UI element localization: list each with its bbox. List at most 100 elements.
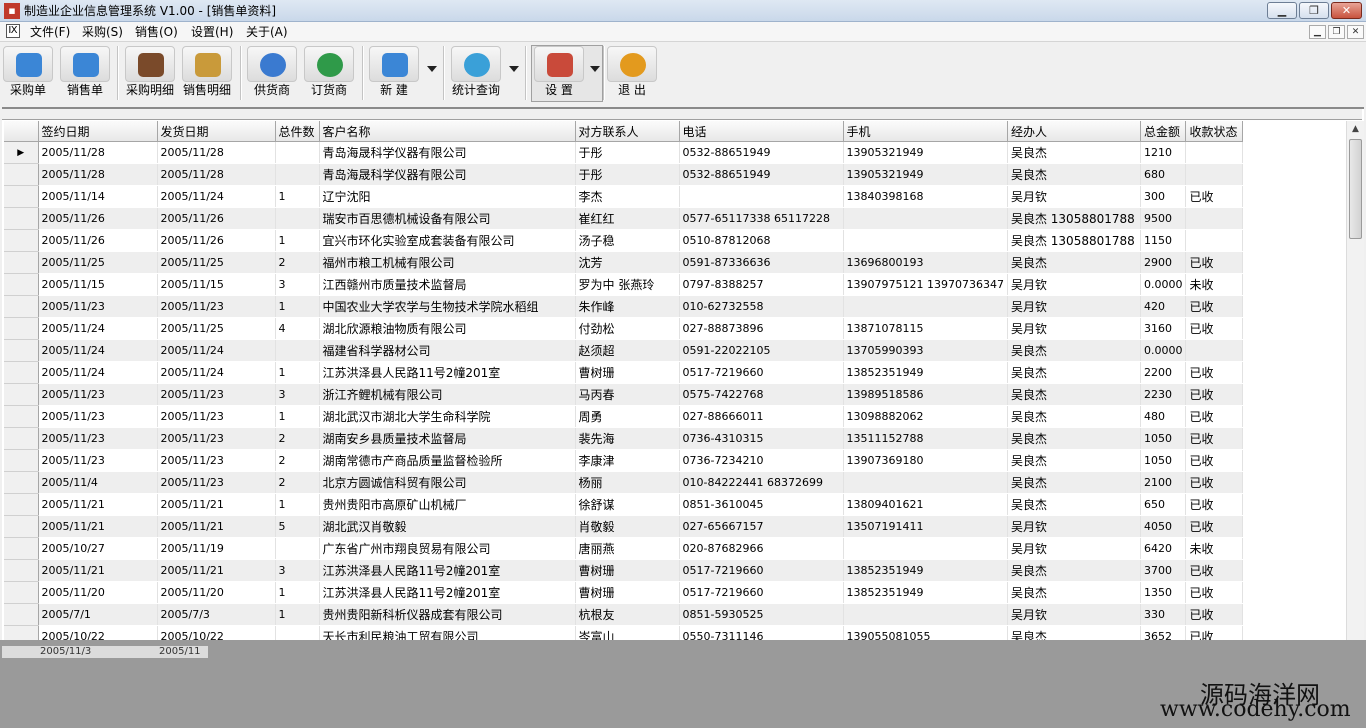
table-cell[interactable]: 付劲松: [575, 317, 680, 340]
table-cell[interactable]: 杭根友: [575, 603, 680, 626]
table-cell[interactable]: [1185, 339, 1244, 362]
table-cell[interactable]: 13907975121 13970736347: [843, 273, 1008, 296]
table-cell[interactable]: [1185, 141, 1244, 164]
table-cell[interactable]: 已收: [1185, 471, 1244, 494]
table-cell[interactable]: 13989518586: [843, 383, 1008, 406]
table-cell[interactable]: 2005/11/28: [38, 141, 158, 164]
table-row[interactable]: 2005/11/23 2005/11/23 2 湖南安乡县质量技术监督局 裴先海 0736…: [4, 427, 1244, 450]
table-cell[interactable]: 1: [275, 603, 320, 626]
table-row[interactable]: 2005/11/24 2005/11/25 4 湖北欣源粮油物质有限公司 付劲松 027-…: [4, 317, 1244, 340]
table-cell[interactable]: 吴良杰: [1007, 581, 1141, 604]
table-row[interactable]: 2005/11/23 2005/11/23 1 中国农业大学农学与生物技术学院水稻组朱…: [4, 295, 1244, 318]
table-cell[interactable]: [1185, 207, 1244, 230]
table-cell[interactable]: 吴良杰 13058801788: [1007, 207, 1141, 230]
table-cell[interactable]: 13809401621: [843, 493, 1008, 516]
table-cell[interactable]: 2: [275, 251, 320, 274]
table-cell[interactable]: 广东省广州市翔良贸易有限公司: [319, 537, 576, 560]
table-cell[interactable]: 0517-7219660: [679, 559, 844, 582]
mdi-restore-button[interactable]: ❐: [1328, 25, 1345, 39]
table-row[interactable]: 2005/11/26 2005/11/26 瑞安市百思德机械设备有限公司 崔红红 057…: [4, 207, 1244, 230]
row-indicator[interactable]: [4, 559, 39, 582]
table-cell[interactable]: 2005/11/25: [38, 251, 158, 274]
table-cell[interactable]: 3700: [1140, 559, 1187, 582]
table-cell[interactable]: 1: [275, 361, 320, 384]
row-indicator[interactable]: [4, 163, 39, 186]
table-cell[interactable]: 0797-8388257: [679, 273, 844, 296]
table-cell[interactable]: 0.0000: [1140, 273, 1187, 296]
table-cell[interactable]: 吴良杰: [1007, 471, 1141, 494]
table-cell[interactable]: 1050: [1140, 427, 1187, 450]
table-cell[interactable]: 3: [275, 559, 320, 582]
table-cell[interactable]: 2005/10/27: [38, 537, 158, 560]
table-cell[interactable]: 贵州贵阳新科析仪器成套有限公司: [319, 603, 576, 626]
table-cell[interactable]: 江苏洪泽县人民路11号2幢201室: [319, 361, 576, 384]
table-row[interactable]: 2005/11/25 2005/11/25 2 福州市粮工机械有限公司 沈芳 0591-8…: [4, 251, 1244, 274]
table-cell[interactable]: 江西赣州市质量技术监督局: [319, 273, 576, 296]
table-cell[interactable]: 0532-88651949: [679, 163, 844, 186]
table-cell[interactable]: 崔红红: [575, 207, 680, 230]
table-cell[interactable]: 于彤: [575, 163, 680, 186]
table-cell[interactable]: 2005/11/26: [38, 229, 158, 252]
table-cell[interactable]: 宜兴市环化实验室成套装备有限公司: [319, 229, 576, 252]
table-cell[interactable]: 3: [275, 273, 320, 296]
purchase-order-button[interactable]: 采购单: [3, 46, 53, 102]
menu-purchase[interactable]: 采购(S): [80, 24, 125, 40]
sales-grid[interactable]: 签约日期 发货日期 总件数 客户名称 对方联系人 电话 手机 经办人 总金额 收…: [4, 121, 1346, 649]
table-cell[interactable]: 2005/11/23: [157, 449, 276, 472]
menu-sales[interactable]: 销售(O): [133, 24, 180, 40]
table-cell[interactable]: 湖北武汉肖敬毅: [319, 515, 576, 538]
table-cell[interactable]: 13705990393: [843, 339, 1008, 362]
table-cell[interactable]: [275, 141, 320, 164]
table-cell[interactable]: 2005/11/23: [38, 427, 158, 450]
menu-about[interactable]: 关于(A): [244, 24, 290, 40]
table-cell[interactable]: 13098882062: [843, 405, 1008, 428]
table-cell[interactable]: 2005/11/24: [38, 361, 158, 384]
table-cell[interactable]: 1: [275, 295, 320, 318]
table-cell[interactable]: 已收: [1185, 405, 1244, 428]
close-button[interactable]: ✕: [1331, 2, 1362, 19]
row-indicator[interactable]: [4, 383, 39, 406]
table-cell[interactable]: 1: [275, 405, 320, 428]
table-cell[interactable]: 2005/11/28: [38, 163, 158, 186]
row-indicator[interactable]: [4, 207, 39, 230]
table-cell[interactable]: 2005/11/21: [157, 515, 276, 538]
table-cell[interactable]: 010-62732558: [679, 295, 844, 318]
row-indicator[interactable]: [4, 493, 39, 516]
table-cell[interactable]: 13696800193: [843, 251, 1008, 274]
minimize-button[interactable]: ▁: [1267, 2, 1297, 19]
table-cell[interactable]: 江苏洪泽县人民路11号2幢201室: [319, 559, 576, 582]
table-row[interactable]: 2005/11/20 2005/11/20 1 江苏洪泽县人民路11号2幢201室 曹树…: [4, 581, 1244, 604]
settings-button[interactable]: 设 置: [534, 46, 584, 102]
table-cell[interactable]: 青岛海晟科学仪器有限公司: [319, 141, 576, 164]
table-row[interactable]: 2005/11/23 2005/11/23 2 湖南常德市产商品质量监督检验所 李康津 0…: [4, 449, 1244, 472]
table-cell[interactable]: 2005/11/21: [157, 559, 276, 582]
table-cell[interactable]: 福州市粮工机械有限公司: [319, 251, 576, 274]
table-cell[interactable]: 曹树珊: [575, 361, 680, 384]
table-row[interactable]: 2005/7/1 2005/7/3 1 贵州贵阳新科析仪器成套有限公司 杭根友 0851-…: [4, 603, 1244, 626]
table-cell[interactable]: 2: [275, 449, 320, 472]
restore-button[interactable]: ❐: [1299, 2, 1329, 19]
table-cell[interactable]: 13511152788: [843, 427, 1008, 450]
table-cell[interactable]: 2005/11/24: [157, 185, 276, 208]
table-cell[interactable]: [843, 207, 1008, 230]
exit-button[interactable]: 退 出: [607, 46, 657, 102]
menu-file[interactable]: 文件(F): [28, 24, 72, 40]
table-cell[interactable]: 020-87682966: [679, 537, 844, 560]
table-cell[interactable]: 吴月钦: [1007, 273, 1141, 296]
table-cell[interactable]: 徐舒谋: [575, 493, 680, 516]
table-cell[interactable]: 唐丽燕: [575, 537, 680, 560]
table-cell[interactable]: 吴月钦: [1007, 603, 1141, 626]
row-indicator[interactable]: [4, 361, 39, 384]
mdi-close-button[interactable]: ✕: [1347, 25, 1364, 39]
table-cell[interactable]: 2005/11/23: [157, 471, 276, 494]
table-cell[interactable]: 已收: [1185, 449, 1244, 472]
vertical-scrollbar[interactable]: ▲: [1346, 121, 1364, 649]
table-cell[interactable]: 吴良杰: [1007, 251, 1141, 274]
table-cell[interactable]: 朱作峰: [575, 295, 680, 318]
table-cell[interactable]: 0591-87336636: [679, 251, 844, 274]
table-cell[interactable]: 湖南安乡县质量技术监督局: [319, 427, 576, 450]
table-cell[interactable]: 马丙春: [575, 383, 680, 406]
statistics-dropdown-arrow-icon[interactable]: [509, 66, 519, 72]
table-cell[interactable]: 1210: [1140, 141, 1187, 164]
table-cell[interactable]: 2005/11/24: [157, 339, 276, 362]
